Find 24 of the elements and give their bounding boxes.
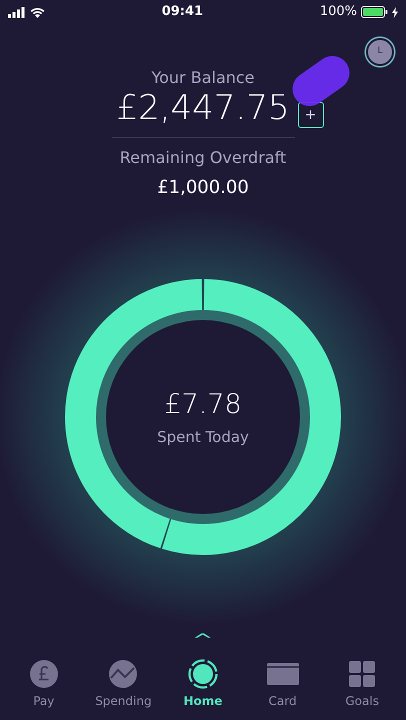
battery-percentage: 100% [320,3,357,22]
balance-amount: £2,447.75 [116,90,290,128]
clock-time: 09:41 [162,3,204,22]
spent-today-amount: £7.78 [163,388,243,422]
tab-item[interactable]: Home [164,654,241,720]
tab-item[interactable]: Spending [85,654,162,720]
pound-coin-icon [28,659,59,689]
tab-item[interactable]: Pay [6,654,82,720]
overdraft-label: Remaining Overdraft [118,147,288,170]
grid-icon [349,661,376,687]
signal-icon [8,6,26,18]
battery-icon [361,6,388,18]
wifi-icon [30,6,45,18]
spent-today-label: Spent Today [157,426,249,448]
charging-icon [392,6,398,18]
trend-chart-icon [108,659,138,689]
expand-handle[interactable]: ^ [192,632,214,646]
overdraft-amount: £1,000.00 [156,176,250,200]
home-ring-icon [188,659,218,689]
profile-avatar[interactable]: L [366,38,394,66]
balance-label: Your Balance [150,67,256,89]
tab-item[interactable]: Card [244,654,321,720]
tab-item[interactable]: Goals [324,654,400,720]
card-icon [266,662,299,686]
